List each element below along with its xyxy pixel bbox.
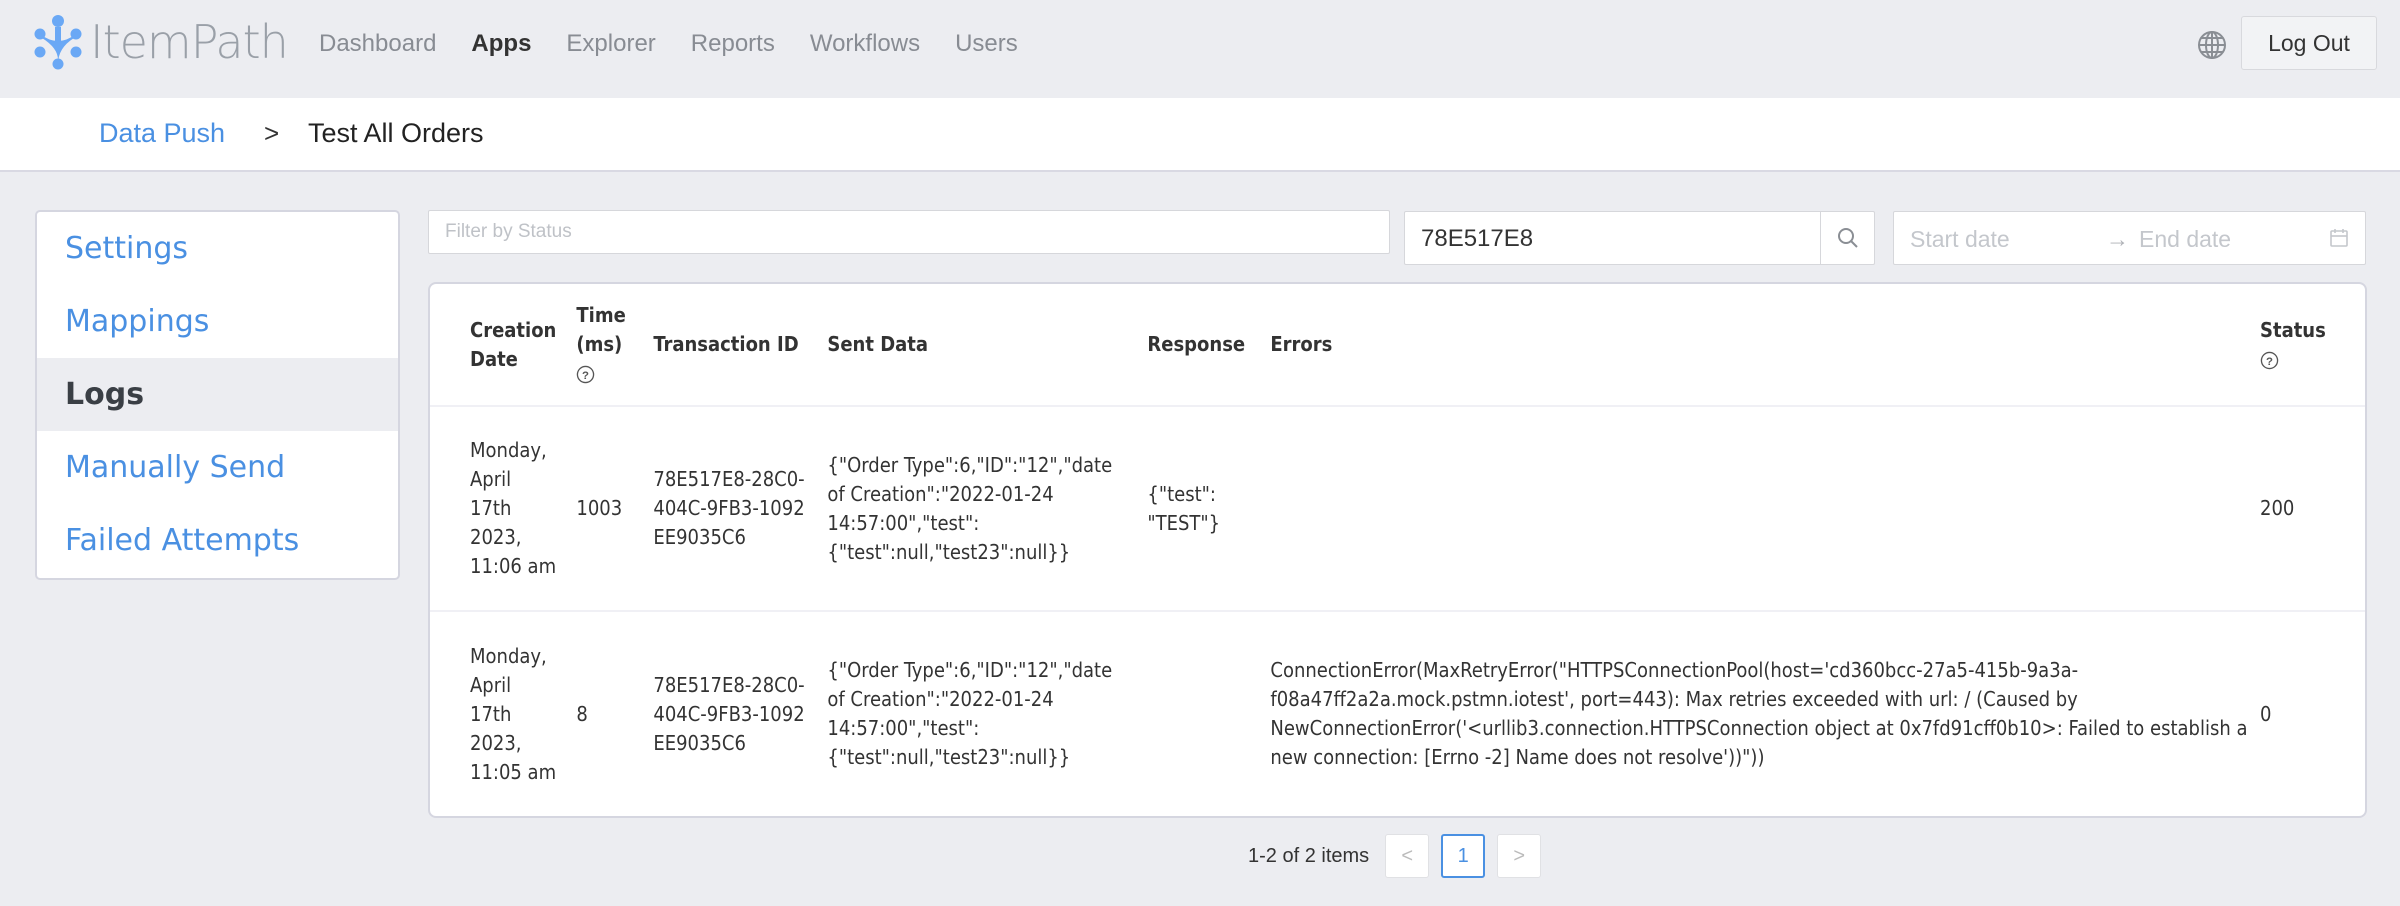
logs-table: Creation Date Time (ms) ? Transaction ID…: [428, 282, 2367, 818]
cell-creation-date: Monday, April 17th 2023, 11:06 am: [430, 406, 567, 612]
table-header-row: Creation Date Time (ms) ? Transaction ID…: [430, 284, 2365, 407]
cell-time-ms: 1003: [566, 406, 644, 612]
previous-page-button[interactable]: <: [1385, 834, 1430, 878]
pagination-summary: 1-2 of 2 items: [1248, 844, 1370, 867]
sidebar-item-mappings[interactable]: Mappings: [37, 285, 398, 358]
nav-explorer[interactable]: Explorer: [566, 30, 655, 58]
nav-workflows[interactable]: Workflows: [810, 30, 920, 58]
cell-transaction-id: 78E517E8-28C0-404C-9FB3-1092EE9035C6: [653, 672, 805, 755]
cell-creation-date: Monday, April 17th 2023, 11:05 am: [470, 643, 557, 784]
sidebar-item-logs[interactable]: Logs: [37, 358, 398, 431]
svg-text:?: ?: [2266, 355, 2273, 367]
date-arrow-icon: →: [2106, 226, 2129, 252]
sidebar-item-failed-attempts[interactable]: Failed Attempts: [37, 504, 398, 577]
breadcrumb-separator: >: [264, 118, 280, 148]
breadcrumb-current: Test All Orders: [308, 118, 484, 148]
header-transaction-id[interactable]: Transaction ID: [643, 284, 818, 407]
help-icon[interactable]: ?: [2260, 351, 2279, 370]
logo-icon: [34, 15, 82, 70]
date-range-picker[interactable]: Start date → End date: [1893, 211, 2366, 265]
cell-response: [1137, 611, 1260, 816]
search-button[interactable]: [1820, 212, 1874, 264]
cell-sent-data: {"Order Type":6,"ID":"12","date of Creat…: [827, 658, 1113, 769]
calendar-icon[interactable]: [2329, 228, 2349, 248]
next-page-button[interactable]: >: [1497, 834, 1542, 878]
cell-errors: ConnectionError(MaxRetryError("HTTPSConn…: [1270, 658, 2248, 769]
header-time-ms[interactable]: Time (ms) ?: [566, 284, 644, 407]
breadcrumb-data-push[interactable]: Data Push: [99, 118, 225, 149]
help-icon[interactable]: ?: [576, 365, 595, 384]
cell-sent-data: {"Order Type":6,"ID":"12","date of Creat…: [817, 406, 1138, 612]
header-status[interactable]: Status ?: [2260, 284, 2365, 407]
cell-status: 200: [2260, 406, 2365, 612]
sidebar-item-manually-send[interactable]: Manually Send: [37, 431, 398, 504]
cell-time-ms: 8: [576, 701, 588, 726]
page-1-button[interactable]: 1: [1441, 834, 1486, 878]
logo-text: ItemPath: [90, 15, 289, 69]
header-sent-data[interactable]: Sent Data: [817, 284, 1138, 407]
cell-transaction-id: 78E517E8-28C0-404C-9FB3-1092EE9035C6: [643, 406, 818, 612]
header-creation-date[interactable]: Creation Date: [430, 284, 567, 407]
header-response[interactable]: Response: [1137, 284, 1261, 407]
table-row[interactable]: Monday, April 17th 2023, 11:05 am 8 78E5…: [430, 611, 2365, 816]
filter-by-status-input[interactable]: Filter by Status: [428, 210, 1390, 254]
log-out-button[interactable]: Log Out: [2241, 16, 2377, 70]
search-input[interactable]: 78E517E8: [1405, 212, 1820, 264]
end-date-input[interactable]: End date: [2139, 226, 2231, 253]
table-row[interactable]: Monday, April 17th 2023, 11:06 am 1003 7…: [430, 406, 2365, 612]
cell-errors: [1260, 406, 2260, 612]
top-nav: ItemPath Dashboard Apps Explorer Reports…: [0, 0, 2400, 98]
itempath-logo[interactable]: ItemPath: [34, 14, 289, 70]
breadcrumb: Data Push > Test All Orders: [0, 98, 2400, 172]
nav-reports[interactable]: Reports: [691, 30, 775, 58]
main-nav: Dashboard Apps Explorer Reports Workflow…: [319, 30, 1053, 58]
header-errors[interactable]: Errors: [1260, 284, 2260, 407]
globe-icon[interactable]: [2197, 30, 2227, 60]
nav-apps[interactable]: Apps: [471, 30, 531, 58]
sidebar-item-settings[interactable]: Settings: [37, 212, 398, 285]
svg-text:?: ?: [582, 370, 589, 382]
nav-users[interactable]: Users: [955, 30, 1018, 58]
nav-dashboard[interactable]: Dashboard: [319, 30, 436, 58]
pagination: 1-2 of 2 items < 1 >: [1248, 833, 1553, 879]
start-date-input[interactable]: Start date: [1910, 226, 2010, 253]
transaction-search: 78E517E8: [1404, 211, 1875, 265]
header-creation-date-label: Creation Date: [470, 317, 557, 371]
header-status-label: Status: [2260, 317, 2326, 342]
cell-response: {"test": "TEST"}: [1137, 406, 1261, 612]
cell-status: 0: [2260, 701, 2272, 726]
search-icon: [1837, 228, 1858, 248]
header-time-label: Time (ms): [576, 303, 626, 356]
sidebar: Settings Mappings Logs Manually Send Fai…: [35, 210, 400, 580]
